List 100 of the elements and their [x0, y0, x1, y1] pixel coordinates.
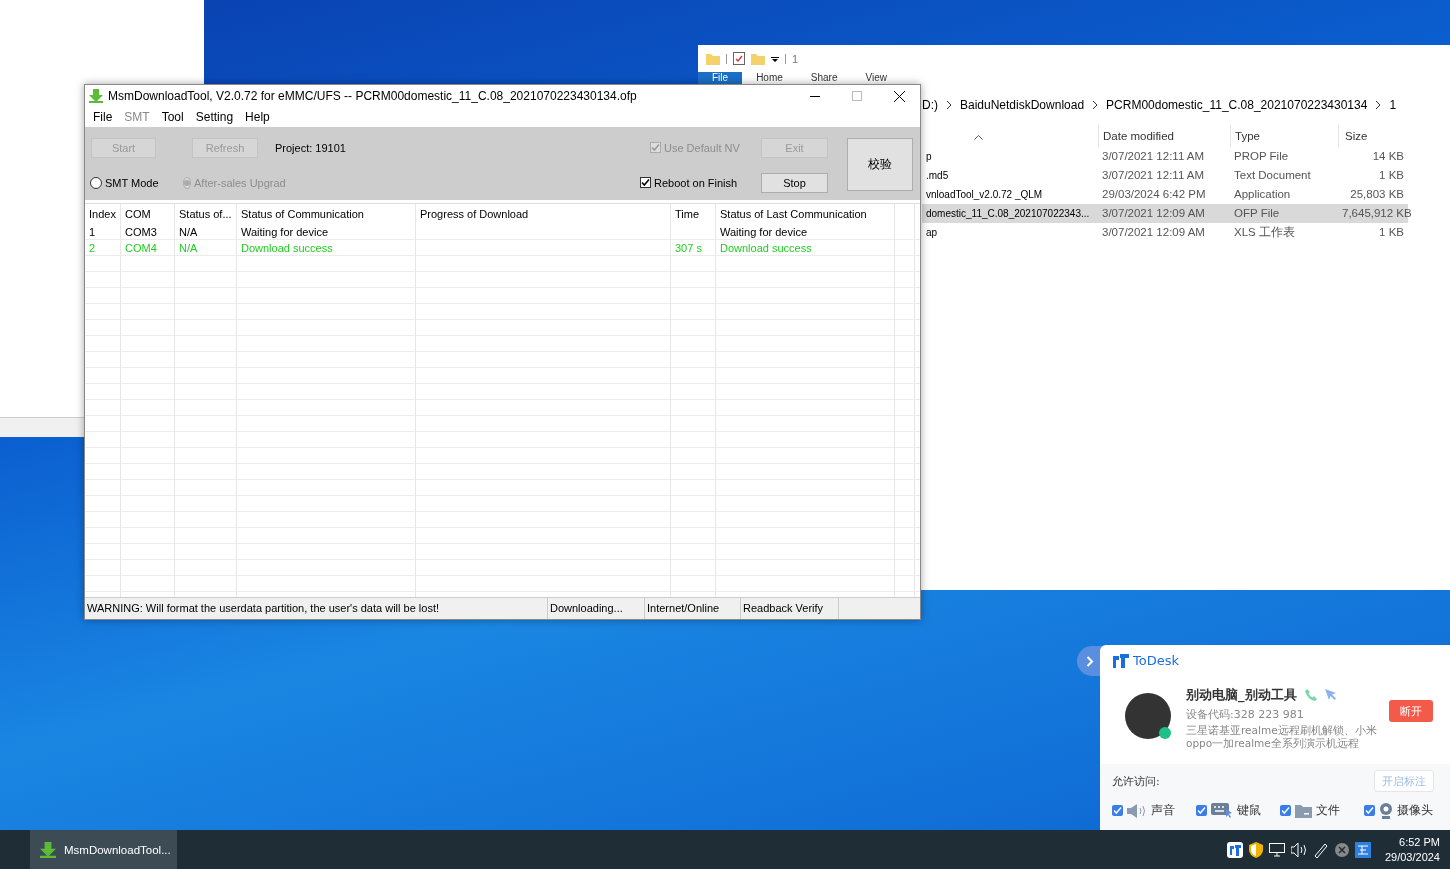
radio-label: SMT Mode	[105, 176, 159, 189]
status-text: Internet/Online	[645, 598, 741, 619]
ribbon-tab[interactable]: View	[851, 72, 901, 84]
close-icon	[893, 90, 905, 102]
column-header[interactable]: Type	[1230, 125, 1338, 147]
ribbon-tab[interactable]: Share	[796, 72, 852, 84]
verify-button[interactable]: 校验	[847, 137, 913, 191]
shield-icon[interactable]	[1248, 841, 1263, 858]
table-cell: COM4	[121, 240, 175, 256]
date-modified: 3/07/2021 12:09 AM	[1098, 204, 1230, 223]
column-header: Status of Communication	[237, 204, 416, 225]
table-cell: Download success	[716, 240, 895, 256]
radio-button[interactable]	[90, 176, 102, 189]
status-text: Downloading...	[548, 598, 645, 619]
permission-label: 摄像头	[1397, 802, 1433, 819]
file-name[interactable]: .md5	[922, 166, 1098, 185]
permission-label: 声音	[1151, 802, 1175, 819]
project-label: Project: 19101	[275, 141, 346, 154]
table-cell: N/A	[175, 240, 237, 256]
file-name[interactable]: ap	[922, 223, 1098, 242]
table-cell: Download success	[237, 240, 416, 256]
properties-icon[interactable]	[733, 52, 745, 65]
tray-app-icon[interactable]	[1226, 841, 1243, 858]
keyboard-mouse-icon	[1211, 803, 1233, 818]
device-code: 设备代码:328 223 981	[1186, 707, 1305, 722]
chevron-right-icon	[1375, 101, 1382, 109]
sort-caret-icon	[974, 134, 983, 140]
radio-label: After-sales Upgrad	[194, 176, 286, 189]
speaker-icon	[1127, 803, 1147, 818]
file-name[interactable]: domestic_11_C.08_202107022343...	[922, 204, 1098, 223]
breadcrumb-item[interactable]: D:)	[922, 98, 938, 112]
column-header: Time	[671, 204, 716, 225]
date-modified: 3/07/2021 12:11 AM	[1101, 149, 1206, 164]
date-modified: 3/07/2021 12:11 AM	[1101, 168, 1206, 183]
checkbox-label: Reboot on Finish	[654, 176, 738, 189]
menu-item[interactable]: Setting	[189, 109, 240, 124]
chevron-right-icon	[1086, 655, 1094, 667]
device-description: 三星诺基亚realme远程刷机解锁、小米oppo一加realme全系列演示机远程	[1186, 724, 1378, 750]
file-size: 1 KB	[1378, 168, 1405, 183]
device-name: 别动电脑_别动工具	[1186, 686, 1297, 704]
table-cell: COM3	[121, 224, 175, 240]
file-type: Text Document	[1233, 168, 1312, 183]
logo-icon	[1113, 653, 1129, 668]
table-cell: 307 s	[671, 240, 716, 256]
ribbon-tab[interactable]: File	[698, 72, 743, 84]
file-size: 14 KB	[1371, 149, 1405, 164]
menu-item[interactable]: Tool	[155, 109, 190, 124]
window-title: MsmDownloadTool, V2.0.72 for eMMC/UFS -- PCRM00domestic_11_C.08_2021070223430134.ofp	[108, 89, 638, 103]
webcam-icon	[1379, 802, 1393, 819]
column-header: COM	[121, 204, 175, 225]
column-header: Index	[85, 204, 121, 225]
permission-label: 文件	[1316, 802, 1340, 819]
pen-icon[interactable]	[1312, 841, 1329, 858]
file-name[interactable]: p	[922, 147, 1098, 166]
download-arrow-icon	[40, 841, 56, 858]
ribbon-tab[interactable]: Home	[742, 72, 797, 84]
menu-item[interactable]: Help	[239, 109, 276, 124]
file-type: OFP File	[1230, 204, 1338, 223]
status-text: WARNING: Will format the userdata partition, the user's data will be lost!	[85, 598, 548, 619]
window-title: 1	[792, 52, 799, 65]
folder-icon	[1295, 803, 1312, 818]
app-title: ToDesk	[1133, 653, 1179, 668]
table-cell: N/A	[175, 224, 237, 240]
chevron-right-icon	[946, 101, 952, 109]
menu-item[interactable]: File	[87, 109, 119, 124]
clock-date: 29/03/2024	[1384, 849, 1440, 865]
file-name[interactable]: vnloadTool_v2.0.72 _QLM	[922, 185, 1098, 204]
checkbox[interactable]	[640, 177, 651, 189]
volume-icon[interactable]	[1290, 842, 1307, 857]
column-header[interactable]: Size	[1338, 125, 1408, 147]
breadcrumb-item[interactable]: PCRM00domestic_11_C.08_2021070223430134	[1106, 98, 1368, 112]
table-cell: 1	[85, 224, 121, 240]
breadcrumb-item[interactable]: BaiduNetdiskDownload	[960, 98, 1085, 112]
dropdown-caret-icon[interactable]	[771, 55, 779, 62]
breadcrumb-item[interactable]: 1	[1389, 98, 1397, 112]
file-type: XLS 工作表	[1233, 225, 1296, 240]
download-arrow-icon	[89, 89, 103, 103]
checkbox-label: Use Default NV	[664, 141, 740, 154]
column-header[interactable]: Date modified	[1098, 125, 1230, 147]
table-cell: 2	[85, 240, 121, 256]
minimize-icon	[810, 95, 820, 97]
collapse-tab[interactable]	[1077, 646, 1103, 676]
taskbar-app-button[interactable]: MsmDownloadTool...	[30, 830, 177, 869]
date-modified: 3/07/2021 12:09 AM	[1101, 225, 1206, 240]
chevron-right-icon	[1092, 101, 1099, 109]
table-cell: Waiting for device	[237, 224, 416, 240]
file-type: PROP File	[1233, 149, 1290, 164]
column-header: Status of...	[175, 204, 237, 225]
avatar	[1125, 693, 1171, 739]
file-size: 25,803 KB	[1349, 187, 1405, 202]
column-header: Progress of Download	[416, 204, 671, 225]
file-size: 1 KB	[1378, 225, 1405, 240]
table-cell: Waiting for device	[716, 224, 895, 240]
file-type: Application	[1233, 187, 1292, 202]
close-circle-icon[interactable]	[1334, 842, 1349, 857]
date-modified: 29/03/2024 6:42 PM	[1101, 187, 1207, 202]
stop-button[interactable]: Stop	[761, 172, 828, 193]
permission-label: 键鼠	[1237, 802, 1261, 819]
input-method-icon[interactable]	[1354, 841, 1371, 858]
column-header: Status of Last Communication	[716, 204, 895, 225]
